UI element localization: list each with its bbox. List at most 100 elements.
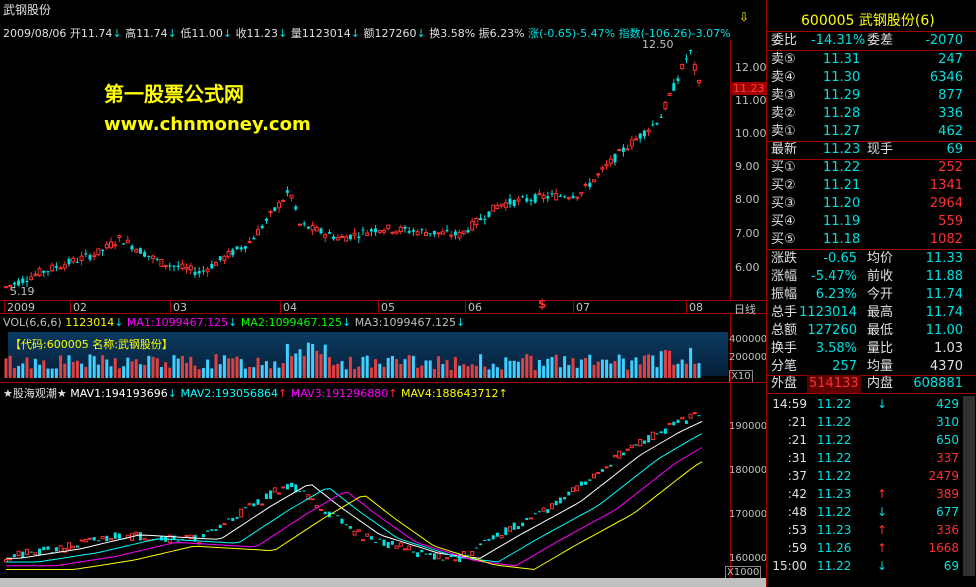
candle-body [335, 236, 340, 241]
indicator-candle [302, 490, 306, 492]
volume-bar [571, 358, 575, 378]
candle-body [571, 195, 575, 198]
candle-body [104, 243, 109, 249]
close-text: 收11.23 [235, 27, 279, 40]
volume-bar [130, 361, 134, 378]
indicator-candle [634, 444, 638, 446]
volume-panel[interactable]: VOL(6,6,6) 1123014↓ MA1:1099467.125↓ MA2… [0, 314, 767, 383]
volume-bar [46, 368, 50, 378]
volume-bar [285, 343, 289, 378]
candle-body [130, 245, 134, 250]
stat-row: 总手 1123014 最高 11.74 [767, 304, 976, 322]
indicator-candle [525, 517, 529, 520]
volume-bar [201, 367, 205, 378]
candle-body [101, 249, 105, 251]
volume-bar [185, 362, 189, 378]
volume-bar [369, 367, 373, 378]
candle-body [487, 211, 491, 217]
candle-body [37, 268, 42, 277]
indicator-candle [352, 530, 357, 536]
volume-bar [323, 344, 327, 378]
volume-bar [399, 363, 403, 378]
volume-bar [315, 350, 319, 378]
candle-body [260, 225, 264, 229]
volume-bar [563, 356, 567, 378]
volume-bar [689, 347, 693, 378]
candle-body [676, 78, 680, 81]
vol-value: 1123014 [65, 316, 115, 329]
amplitude-text: 振6.23% [478, 27, 525, 40]
indicator-candle [697, 415, 701, 417]
candle-body [134, 248, 139, 253]
indicator-candle [575, 485, 580, 492]
scroll-indicator-icon[interactable]: ⇩ [739, 10, 749, 24]
volume-bar [453, 357, 457, 378]
stat-value: 1123014 [799, 305, 857, 320]
indicator-candle [138, 532, 142, 541]
indicator-candle [688, 413, 693, 419]
volume-bar [378, 363, 382, 378]
candlestick-chart[interactable] [0, 40, 730, 300]
indicator-candle [75, 545, 79, 548]
candle-body [521, 196, 525, 198]
indicator-candle [378, 538, 382, 540]
indicator-chart[interactable] [0, 399, 730, 577]
volume-bar [558, 367, 562, 378]
stat-row: 振幅 6.23% 今开 11.74 [767, 286, 976, 304]
tick-row: :21 11.22 650 [767, 431, 976, 449]
tick-row: :21 11.22 310 [767, 413, 976, 431]
volume-bar [529, 355, 533, 378]
indicator-candle [210, 529, 214, 531]
bid-label: 买① [771, 160, 796, 175]
candle-body [537, 192, 542, 196]
volume-bar [319, 354, 323, 378]
candle-body [566, 197, 571, 200]
indicator-candle [348, 526, 352, 529]
volume-bar [680, 359, 684, 378]
tick-volume: 337 [936, 451, 959, 465]
volume-bar [357, 366, 361, 378]
time-axis-label: 07 [573, 301, 590, 314]
tick-scrollbar[interactable] [963, 396, 975, 576]
volume-bar [269, 368, 273, 378]
volume-bar [663, 350, 667, 378]
bid-volume: 2964 [929, 196, 963, 211]
indicator-candle [684, 420, 688, 424]
stat-value: 11.33 [925, 251, 963, 266]
candle-body [176, 265, 180, 268]
price-panel[interactable]: 武钢股份 2009/08/06 开11.74↓ 高11.74↓ 低11.00↓ … [0, 0, 767, 300]
volume-bar [382, 366, 386, 378]
indicator-candle [96, 540, 100, 542]
ind-axis-4: 160000 [729, 553, 768, 564]
tick-time: :21 [787, 433, 807, 447]
indicator-panel[interactable]: ★股海观潮★ MAV1:194193696↓ MAV2:193056864↑ M… [0, 382, 768, 579]
indicator-candle [159, 536, 163, 541]
indicator-candle [521, 522, 525, 527]
indicator-candle [369, 536, 373, 540]
indicator-candle [491, 535, 495, 540]
candle-body [575, 196, 580, 199]
candle-body [403, 226, 407, 229]
candle-body [319, 228, 323, 234]
indicator-candle [441, 559, 445, 561]
indicator-candle [184, 534, 189, 537]
volume-bar [33, 358, 37, 378]
volume-bar [390, 356, 394, 378]
candle-body [302, 223, 306, 225]
candle-body [583, 183, 588, 186]
indicator-candle [546, 508, 550, 514]
indicator-candle [206, 530, 210, 532]
indicator-candle [142, 537, 147, 541]
bid-price: 11.19 [823, 214, 861, 229]
ask-label: 卖⑤ [771, 52, 796, 67]
candle-body [554, 193, 559, 201]
indicator-tabs[interactable] [0, 578, 766, 587]
indicator-candle [659, 431, 663, 434]
stat-label: 分笔 [771, 359, 798, 374]
indicator-candle [600, 469, 604, 472]
tick-row: 14:59 11.22 ↓ 429 [767, 395, 976, 413]
volume-bars[interactable] [0, 332, 730, 378]
candle-body [306, 226, 310, 229]
tick-row: 15:00 11.22 ↓ 69 [767, 557, 976, 575]
volume-bar [134, 359, 138, 378]
